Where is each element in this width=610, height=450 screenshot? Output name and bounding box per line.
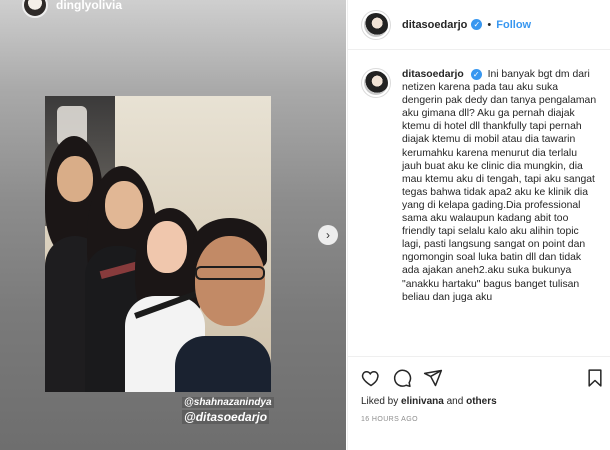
person-4-body (175, 336, 271, 392)
liked-by-user[interactable]: elinivana (401, 396, 444, 407)
next-button[interactable]: › (318, 225, 338, 245)
heart-icon[interactable] (360, 367, 382, 389)
verified-icon: ✓ (470, 69, 482, 81)
post-media[interactable]: dinglyolivia @shahnazanindya @ditasoedar… (0, 0, 346, 450)
post-actions: Liked by elinivana and others 16 HOURS A… (348, 356, 610, 450)
follow-button[interactable]: Follow (496, 19, 531, 31)
caption-text-block: ditasoedarjo ✓ Ini banyak bgt dm dari ne… (402, 68, 597, 304)
person-3-face (147, 221, 187, 273)
person-1-face (57, 156, 93, 202)
likes-mid: and (443, 396, 467, 407)
likes-others-link[interactable]: others (466, 396, 497, 407)
instagram-post: dinglyolivia @shahnazanindya @ditasoedar… (0, 0, 610, 450)
avatar[interactable] (361, 68, 391, 98)
post-timestamp[interactable]: 16 HOURS AGO (361, 416, 418, 423)
share-icon[interactable] (422, 367, 444, 389)
post-username[interactable]: ditasoedarjo (402, 19, 467, 31)
likes-summary: Liked by elinivana and others (361, 396, 497, 407)
likes-prefix: Liked by (361, 396, 402, 407)
chevron-right-icon: › (326, 228, 330, 242)
person-4-face (195, 236, 265, 326)
post-sidebar: ditasoedarjo ✓ • Follow ditasoedarjo ✓ I… (347, 0, 610, 450)
verified-icon: ✓ (471, 19, 483, 30)
caption-username[interactable]: ditasoedarjo (402, 69, 464, 80)
person-2-face (105, 181, 143, 229)
mention-tag[interactable]: @shahnazanindya (182, 397, 274, 408)
caption-comment: ditasoedarjo ✓ Ini banyak bgt dm dari ne… (361, 68, 598, 304)
story-username: dinglyolivia (56, 0, 123, 12)
comments-section[interactable]: ditasoedarjo ✓ Ini banyak bgt dm dari ne… (348, 51, 610, 355)
separator-dot: • (487, 18, 492, 31)
bookmark-icon[interactable] (584, 367, 606, 389)
avatar[interactable] (361, 9, 391, 40)
post-header: ditasoedarjo ✓ • Follow (348, 0, 610, 50)
comment-icon[interactable] (391, 367, 413, 389)
caption-text: Ini banyak bgt dm dari netizen karena pa… (402, 69, 597, 303)
story-photo (45, 96, 271, 392)
mention-tag[interactable]: @ditasoedarjo (182, 410, 270, 424)
person-4-glasses (195, 266, 265, 280)
story-header: dinglyolivia (22, 0, 122, 20)
story-avatar (22, 0, 48, 18)
